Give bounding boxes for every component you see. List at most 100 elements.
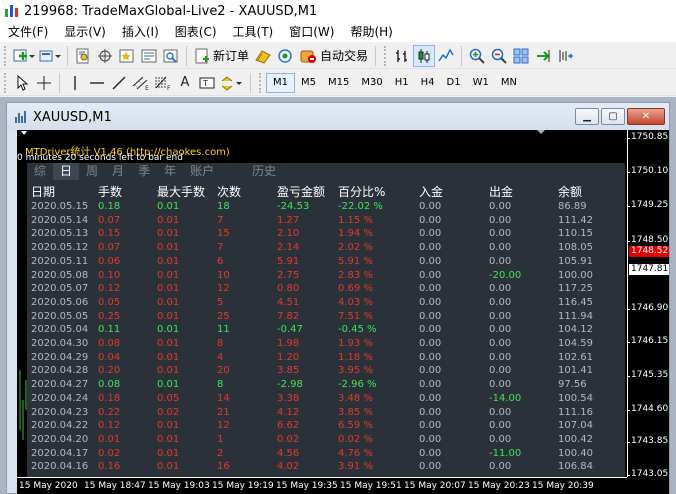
zoom-out-button[interactable] bbox=[488, 45, 510, 67]
cell-balance: 102.61 bbox=[558, 351, 593, 363]
autoscroll-button[interactable] bbox=[532, 45, 554, 67]
tile-windows-button[interactable] bbox=[510, 45, 532, 67]
menu-charts[interactable]: 图表(C) bbox=[167, 22, 225, 42]
auto-trading-button[interactable]: 自动交易 bbox=[296, 45, 371, 67]
cell-lots: 0.08 bbox=[98, 379, 121, 391]
cell-balance: 108.05 bbox=[558, 242, 593, 254]
cell-deposit: 0.00 bbox=[419, 406, 442, 418]
timeframe-h1[interactable]: H1 bbox=[389, 73, 415, 93]
cell-withdraw: 0.00 bbox=[489, 338, 512, 350]
toolbar-grip[interactable] bbox=[384, 45, 388, 66]
menu-file[interactable]: 文件(F) bbox=[0, 22, 56, 42]
timeframe-m15[interactable]: M15 bbox=[322, 73, 355, 93]
time-scale[interactable]: 15 May 2020 15 May 18:47 15 May 19:03 15… bbox=[17, 477, 627, 494]
zoom-in-button[interactable] bbox=[466, 45, 488, 67]
cell-pnl: 4.02 bbox=[277, 461, 300, 473]
timeframe-m5[interactable]: M5 bbox=[295, 73, 322, 93]
table-row: 2020.04.24 0.18 0.05 14 3.38 3.48 % 0.00 -14.00… bbox=[27, 392, 618, 406]
tab-quarterly[interactable]: 季 bbox=[131, 163, 157, 180]
app-logo-icon bbox=[3, 3, 19, 19]
auto-trading-label: 自动交易 bbox=[320, 49, 369, 63]
tab-daily[interactable]: 日 bbox=[53, 163, 80, 180]
cell-max-lots: 0.01 bbox=[157, 201, 180, 212]
cell-count: 21 bbox=[217, 406, 230, 418]
table-row: 2020.05.11 0.06 0.01 6 5.91 5.91 % 0.00 0.00 105… bbox=[27, 255, 618, 269]
tab-yearly[interactable]: 年 bbox=[157, 163, 183, 180]
horizontal-line-button[interactable] bbox=[86, 72, 108, 94]
timeframe-h4[interactable]: H4 bbox=[415, 73, 441, 93]
arrows-button[interactable] bbox=[218, 72, 246, 94]
cell-balance: 110.15 bbox=[558, 228, 593, 240]
vertical-line-button[interactable] bbox=[64, 72, 86, 94]
candlestick-chart-button[interactable] bbox=[413, 44, 436, 67]
crosshair-tool-button[interactable] bbox=[33, 72, 55, 94]
crosshair-cursor-icon bbox=[98, 48, 112, 63]
cell-max-lots: 0.01 bbox=[157, 365, 180, 377]
data-window-button[interactable] bbox=[94, 45, 116, 67]
navigator-button[interactable] bbox=[116, 45, 138, 67]
profiles-button[interactable] bbox=[37, 45, 63, 67]
new-chart-button[interactable] bbox=[11, 45, 37, 67]
metaeditor-button[interactable] bbox=[252, 45, 274, 67]
price-chart[interactable]: MTDriver统计 V1.46 (http://chaokes.com) 0 … bbox=[17, 130, 669, 494]
toolbar-separator bbox=[67, 45, 68, 66]
cell-withdraw: 0.00 bbox=[489, 420, 512, 432]
timeframe-m1[interactable]: M1 bbox=[266, 72, 295, 93]
cell-deposit: 0.00 bbox=[419, 338, 442, 350]
timeframe-mn[interactable]: MN bbox=[495, 73, 523, 93]
timeframe-w1[interactable]: W1 bbox=[467, 73, 495, 93]
bar-chart-button[interactable] bbox=[391, 45, 413, 67]
toolbar-separator bbox=[250, 72, 251, 93]
menu-tools[interactable]: 工具(T) bbox=[225, 22, 282, 42]
menu-view[interactable]: 显示(V) bbox=[56, 22, 114, 42]
close-button[interactable]: ✕ bbox=[627, 108, 665, 125]
timeframe-m30[interactable]: M30 bbox=[355, 73, 388, 93]
text-tool-button[interactable]: A bbox=[174, 72, 196, 94]
restore-button[interactable]: ▢ bbox=[601, 108, 625, 125]
cell-count: 8 bbox=[217, 338, 224, 350]
strategy-tester-button[interactable] bbox=[160, 45, 182, 67]
cell-withdraw: 0.00 bbox=[489, 351, 512, 363]
window-title: 219968: TradeMaxGlobal-Live2 - XAUUSD,M1 bbox=[24, 3, 318, 19]
cursor-tool-button[interactable] bbox=[11, 72, 33, 94]
cell-balance: 105.91 bbox=[558, 255, 593, 267]
chart-shift-button[interactable] bbox=[554, 45, 576, 67]
toolbar-grip[interactable] bbox=[4, 72, 8, 93]
chart-plot-area[interactable]: MTDriver统计 V1.46 (http://chaokes.com) 0 … bbox=[17, 130, 627, 477]
svg-text:T: T bbox=[202, 79, 208, 88]
tab-history[interactable]: 历史 bbox=[245, 163, 283, 180]
toolbar-grip[interactable] bbox=[4, 45, 8, 66]
cell-count: 12 bbox=[217, 420, 230, 432]
minimize-button[interactable]: ▁ bbox=[575, 108, 599, 125]
toolbar-grip[interactable] bbox=[259, 72, 263, 93]
new-order-button[interactable]: 新订单 bbox=[191, 45, 252, 67]
cell-deposit: 0.00 bbox=[419, 283, 442, 295]
menu-help[interactable]: 帮助(H) bbox=[342, 22, 400, 42]
cell-date: 2020.04.16 bbox=[31, 461, 89, 473]
cell-withdraw: 0.00 bbox=[489, 296, 512, 308]
tab-weekly[interactable]: 周 bbox=[79, 163, 105, 180]
line-chart-button[interactable] bbox=[435, 45, 457, 67]
timeframe-d1[interactable]: D1 bbox=[441, 73, 467, 93]
chart-window-titlebar[interactable]: XAUUSD,M1 ▁ ▢ ✕ bbox=[7, 103, 669, 131]
cell-lots: 0.12 bbox=[98, 283, 121, 295]
cell-pnl: 4.12 bbox=[277, 406, 300, 418]
cell-count: 20 bbox=[217, 365, 230, 377]
tab-monthly[interactable]: 月 bbox=[105, 163, 131, 180]
cell-deposit: 0.00 bbox=[419, 461, 442, 473]
market-watch-button[interactable] bbox=[72, 45, 94, 67]
price-scale[interactable]: 1750.85 1750.10 1749.25 1748.50 1748.52 … bbox=[626, 130, 669, 479]
close-icon: ✕ bbox=[641, 111, 651, 122]
tab-account[interactable]: 账户 bbox=[183, 163, 221, 180]
text-label-button[interactable]: T bbox=[196, 72, 218, 94]
cell-pnl: 1.98 bbox=[277, 338, 300, 350]
equidistant-channel-button[interactable]: E bbox=[130, 72, 152, 94]
fibonacci-button[interactable]: F bbox=[152, 72, 174, 94]
menu-insert[interactable]: 插入(I) bbox=[114, 22, 167, 42]
trendline-button[interactable] bbox=[108, 72, 130, 94]
autoscroll-icon bbox=[537, 49, 550, 62]
terminal-button[interactable] bbox=[138, 45, 160, 67]
tab-summary[interactable]: 综 bbox=[27, 163, 53, 180]
signals-button[interactable] bbox=[274, 45, 296, 67]
menu-window[interactable]: 窗口(W) bbox=[281, 22, 342, 42]
